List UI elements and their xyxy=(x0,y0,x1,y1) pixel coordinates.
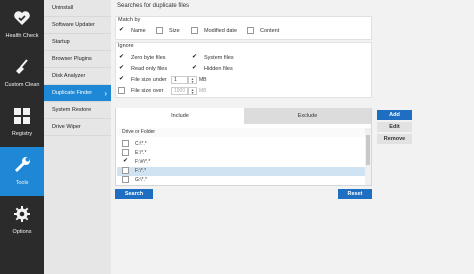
submenu-item-drive-wiper[interactable]: Drive Wiper xyxy=(44,119,111,136)
match-name-label: Name xyxy=(131,28,146,34)
chevron-right-icon: › xyxy=(104,89,107,98)
submenu-item-software-updater[interactable]: Software Updater xyxy=(44,17,111,34)
tab-include[interactable]: Include xyxy=(116,108,244,124)
spinner-arrows-icon[interactable]: ▴ ▾ xyxy=(188,87,197,95)
submenu-item-duplicate-finder[interactable]: Duplicate Finder › xyxy=(44,85,111,102)
drive-row[interactable]: E:\*.* xyxy=(117,149,365,158)
file-size-over-input[interactable]: 1000 ▴ ▾ MB xyxy=(166,87,207,95)
match-size-label: Size xyxy=(169,28,180,34)
checkmark-icon: ✔ xyxy=(118,27,125,34)
sidebar-item-label: Health Check xyxy=(5,33,39,39)
gear-icon xyxy=(14,206,30,222)
submenu-item-browser-plugins[interactable]: Browser Plugins xyxy=(44,51,111,68)
file-size-over-label: File size over xyxy=(131,88,164,94)
registry-grid-icon xyxy=(14,108,30,124)
submenu-item-disk-analyzer[interactable]: Disk Analyzer xyxy=(44,68,111,85)
file-size-under-label: File size under xyxy=(131,77,167,83)
sidebar-item-health-check[interactable]: Health Check xyxy=(0,0,44,49)
sidebar-item-options[interactable] xyxy=(0,149,44,198)
ignore-file-size-over-checkbox[interactable]: File size over xyxy=(118,87,163,95)
drive-row[interactable]: G:\*.* xyxy=(117,176,365,185)
drive-list-header: Drive or Folder xyxy=(117,128,365,137)
sidebar-item-label: Options xyxy=(12,229,32,235)
checkmark-icon: ✔ xyxy=(118,54,125,61)
sidebar-item-options[interactable]: Options xyxy=(0,196,44,245)
submenu-item-label: Duplicate Finder xyxy=(52,90,93,96)
ignore-hidden-files-checkbox[interactable]: ✔ Hidden files xyxy=(191,65,233,73)
checkmark-icon: ✔ xyxy=(191,65,198,72)
reset-button[interactable]: Reset xyxy=(338,189,372,199)
drive-row[interactable]: C:\*.* xyxy=(117,140,365,149)
match-by-label: Match by xyxy=(118,17,141,23)
broom-icon xyxy=(16,59,28,74)
checkmark-icon: ✔ xyxy=(191,54,198,61)
drive-row-selected[interactable]: F:\*.* xyxy=(117,167,365,176)
ignore-read-only-checkbox[interactable]: ✔ Read only files xyxy=(118,65,167,73)
drive-row[interactable]: ✔ F:\#\*.* xyxy=(117,158,365,167)
tab-exclude[interactable]: Exclude xyxy=(244,108,371,124)
sidebar-item-registry[interactable]: Registry xyxy=(0,98,44,147)
match-by-group xyxy=(115,16,372,40)
health-check-icon xyxy=(14,11,30,25)
checkmark-icon: ✔ xyxy=(118,76,125,83)
submenu-item-uninstall[interactable]: Uninstall xyxy=(44,0,111,17)
file-size-over-unit: MB xyxy=(199,88,207,94)
match-name-checkbox[interactable]: ✔ Name xyxy=(118,27,146,35)
drive-path: E:\*.* xyxy=(135,150,147,156)
file-size-under-input[interactable]: 1 ▴ ▾ MB xyxy=(166,76,207,84)
match-size-checkbox[interactable]: Size xyxy=(156,27,180,35)
checkmark-icon: ✔ xyxy=(118,65,125,72)
drive-column-header: Drive or Folder xyxy=(122,129,156,135)
match-modified-date-checkbox[interactable]: Modified date xyxy=(191,27,237,35)
checkbox-empty-icon[interactable] xyxy=(122,140,129,148)
ignore-system-files-label: System files xyxy=(204,55,234,61)
page-title: Searches for duplicate files xyxy=(117,3,190,9)
ignore-system-files-checkbox[interactable]: ✔ System files xyxy=(191,54,234,62)
file-size-under-value[interactable]: 1 xyxy=(171,76,188,84)
submenu-item-system-restore[interactable]: System Restore xyxy=(44,102,111,119)
sidebar-item-label: Custom Clean xyxy=(4,82,40,88)
edit-button[interactable]: Edit xyxy=(377,122,412,132)
remove-button[interactable]: Remove xyxy=(377,134,412,144)
ignore-zero-byte-checkbox[interactable]: ✔ Zero byte files xyxy=(118,54,166,62)
checkbox-empty-icon xyxy=(118,87,125,95)
drive-path: F:\#\*.* xyxy=(135,159,151,165)
ignore-read-only-label: Read only files xyxy=(131,66,168,72)
match-modified-date-label: Modified date xyxy=(204,28,238,34)
checkbox-empty-icon xyxy=(247,27,254,35)
checkmark-icon[interactable]: ✔ xyxy=(122,158,129,165)
submenu-item-startup[interactable]: Startup xyxy=(44,34,111,51)
ignore-label: Ignore xyxy=(118,43,134,49)
drive-path: F:\*.* xyxy=(135,168,147,174)
ignore-hidden-files-label: Hidden files xyxy=(204,66,233,72)
main-sidebar: Health Check Custom Clean Registry Tools xyxy=(0,0,44,274)
drive-path: C:\*.* xyxy=(135,141,147,147)
sidebar-item-custom-clean[interactable]: Custom Clean xyxy=(0,49,44,98)
match-content-label: Content xyxy=(260,28,280,34)
sidebar-item-label: Registry xyxy=(11,131,33,137)
match-content-checkbox[interactable]: Content xyxy=(247,27,279,35)
checkbox-empty-icon[interactable] xyxy=(122,176,129,184)
tools-submenu: Uninstall Software Updater Startup Brows… xyxy=(44,0,111,274)
checkbox-empty-icon[interactable] xyxy=(122,149,129,157)
search-button[interactable]: Search xyxy=(115,189,153,199)
file-size-over-value[interactable]: 1000 xyxy=(171,87,188,95)
checkbox-empty-icon xyxy=(191,27,198,35)
checkbox-empty-icon[interactable] xyxy=(122,167,129,175)
file-size-under-unit: MB xyxy=(199,77,207,83)
spinner-arrows-icon[interactable]: ▴ ▾ xyxy=(188,76,197,84)
drive-path: G:\*.* xyxy=(135,177,147,183)
add-button[interactable]: Add xyxy=(377,110,412,120)
ignore-file-size-under-checkbox[interactable]: ✔ File size under xyxy=(118,76,167,84)
scrollbar-thumb[interactable] xyxy=(366,135,370,165)
list-scrollbar[interactable] xyxy=(365,128,371,185)
ignore-zero-byte-label: Zero byte files xyxy=(131,55,166,61)
checkbox-empty-icon xyxy=(156,27,163,35)
